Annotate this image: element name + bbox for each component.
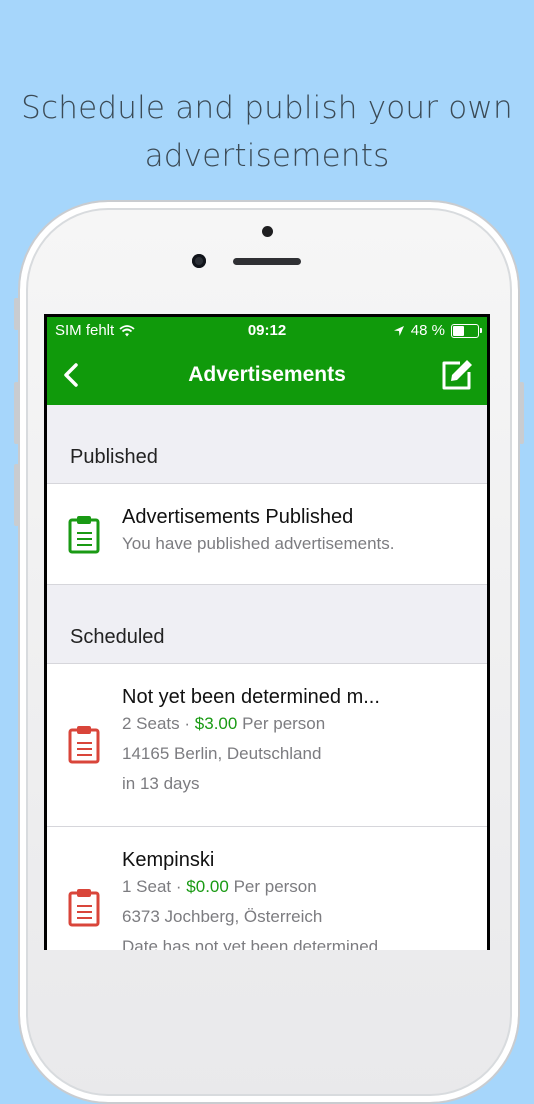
scheduled-item[interactable]: Kempinski 1 Seat · $0.00 Per person 6373… [47,827,487,950]
battery-percent: 48 % [410,322,445,339]
earpiece-speaker [233,258,301,265]
item-when: in 13 days [122,774,200,793]
item-location: 6373 Jochberg, Österreich [122,907,323,926]
section-header-published: Published [47,405,487,484]
item-seats-price: 1 Seat · $0.00 Per person [122,872,477,902]
section-label: Scheduled [70,626,165,648]
front-camera [192,254,206,268]
item-when: Date has not yet been determined [122,937,379,950]
nav-title: Advertisements [188,363,346,386]
scheduled-item-text: Not yet been determined m... 2 Seats · $… [122,686,477,799]
item-seats: 1 Seat · [122,877,182,896]
item-title: Not yet been determined m... [122,686,380,708]
clipboard-icon [68,889,100,927]
app-view: SIM fehlt 09:12 48 % Advertisements Publ… [47,317,487,950]
section-header-scheduled: Scheduled [47,585,487,664]
promo-headline-line2: advertisements [144,138,390,174]
section-label: Published [70,446,158,468]
item-subtitle: You have published advertisements. [122,534,395,553]
phone-volume-up [14,382,19,444]
promo-headline: Schedule and publish your own advertisem… [0,84,534,180]
battery-icon [451,323,482,338]
phone-mute-switch [14,298,19,330]
battery-fill [453,325,465,336]
item-per: Per person [233,877,317,896]
item-price: $0.00 [186,877,229,896]
promo-headline-line1: Schedule and publish your own [21,90,513,126]
compose-button[interactable] [439,357,475,393]
item-price: $3.00 [194,714,238,733]
scheduled-item[interactable]: Not yet been determined m... 2 Seats · $… [47,664,487,827]
item-per: Per person [242,714,326,733]
clipboard-icon [68,516,100,554]
status-right: 48 % [393,322,482,339]
item-title: Kempinski [122,849,215,871]
phone-screen: SIM fehlt 09:12 48 % Advertisements Publ… [44,314,490,950]
top-bar: SIM fehlt 09:12 48 % Advertisements [47,317,487,405]
item-location: 14165 Berlin, Deutschland [122,744,322,763]
published-item[interactable]: Advertisements Published You have publis… [47,484,487,585]
scheduled-item-text: Kempinski 1 Seat · $0.00 Per person 6373… [122,849,477,950]
compose-icon [442,360,472,390]
nav-bar: Advertisements [47,345,487,405]
published-item-text: Advertisements Published You have publis… [122,506,477,559]
status-bar: SIM fehlt 09:12 48 % [47,317,487,345]
item-seats: 2 Seats · [122,714,191,733]
proximity-sensor [262,226,273,237]
item-seats-price: 2 Seats · $3.00 Per person [122,709,477,739]
clipboard-icon [68,726,100,764]
phone-power-button [519,382,524,444]
location-arrow-icon [393,325,404,336]
phone-volume-down [14,464,19,526]
item-title: Advertisements Published [122,506,354,528]
